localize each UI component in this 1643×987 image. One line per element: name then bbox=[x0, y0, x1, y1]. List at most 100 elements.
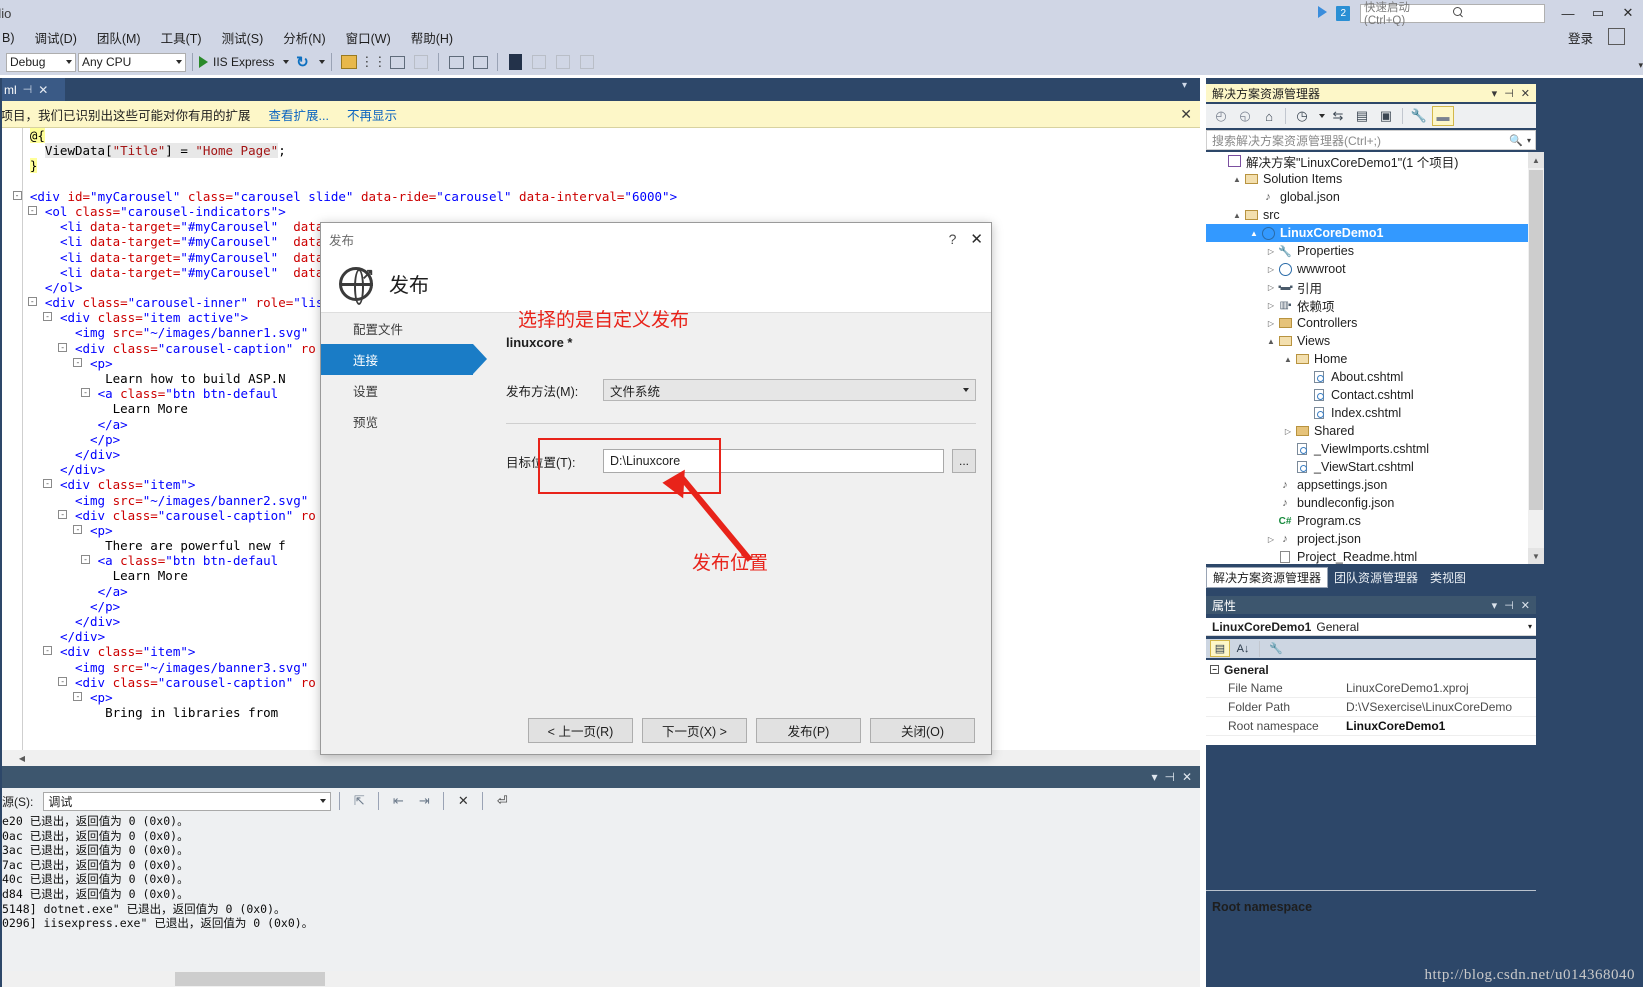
tree-item[interactable]: ▷Shared bbox=[1206, 422, 1528, 440]
clear-all-button[interactable]: ✕ bbox=[452, 790, 474, 812]
run-target-label[interactable]: IIS Express bbox=[210, 55, 277, 69]
tree-item[interactable]: About.cshtml bbox=[1206, 368, 1528, 386]
alphabetical-view-icon[interactable]: A↓ bbox=[1233, 640, 1253, 657]
home-icon[interactable]: ⌂ bbox=[1258, 106, 1280, 126]
chevron-down-icon[interactable]: ▾ bbox=[1528, 622, 1532, 631]
output-horizontal-scrollbar[interactable] bbox=[0, 971, 1200, 987]
indent-button[interactable] bbox=[445, 51, 467, 73]
scroll-left-icon[interactable]: ◀ bbox=[14, 750, 30, 766]
tree-item[interactable]: Contact.cshtml bbox=[1206, 386, 1528, 404]
close-button[interactable]: 关闭(O) bbox=[870, 718, 975, 743]
property-value[interactable]: LinuxCoreDemo1 bbox=[1346, 719, 1536, 733]
output-close-icon[interactable]: ✕ bbox=[1182, 770, 1192, 784]
categorized-view-icon[interactable]: ▤ bbox=[1210, 640, 1230, 657]
fold-toggle-icon[interactable]: - bbox=[58, 510, 67, 519]
toolbar-overflow-icon[interactable]: ▾ bbox=[1638, 60, 1643, 71]
fold-toggle-icon[interactable]: - bbox=[13, 191, 22, 200]
maximize-button[interactable]: ▭ bbox=[1583, 0, 1613, 26]
solution-explorer-tree[interactable]: 解决方案"LinuxCoreDemo1"(1 个项目)▲Solution Ite… bbox=[1206, 152, 1528, 564]
output-pin-icon[interactable]: ⊣ bbox=[1164, 770, 1174, 784]
clear-bookmark-button[interactable] bbox=[576, 51, 598, 73]
fold-toggle-icon[interactable]: - bbox=[58, 677, 67, 686]
notifications-indicator[interactable]: 2 bbox=[1318, 6, 1350, 21]
expand-icon[interactable]: ▷ bbox=[1265, 247, 1277, 256]
dialog-nav-item[interactable]: 预览 bbox=[321, 406, 481, 437]
collapse-all-icon[interactable]: ▣ bbox=[1375, 106, 1397, 126]
collapse-icon[interactable]: ▲ bbox=[1248, 229, 1260, 238]
close-window-button[interactable]: ✕ bbox=[1613, 0, 1643, 26]
toggle-word-wrap-button[interactable]: ⏎ bbox=[491, 790, 513, 812]
tree-item[interactable]: 解决方案"LinuxCoreDemo1"(1 个项目) bbox=[1206, 152, 1528, 170]
close-icon[interactable]: ✕ bbox=[38, 83, 48, 97]
tree-item[interactable]: Project_Readme.html bbox=[1206, 548, 1528, 564]
search-icon[interactable]: 🔍 bbox=[1509, 134, 1523, 147]
forward-icon[interactable]: ◵ bbox=[1234, 106, 1256, 126]
fold-toggle-icon[interactable]: - bbox=[81, 555, 90, 564]
solution-explorer-search-input[interactable]: 搜索解决方案资源管理器(Ctrl+;) 🔍 ▾ bbox=[1206, 130, 1536, 150]
next-bookmark-button[interactable] bbox=[552, 51, 574, 73]
quick-launch-input[interactable]: 快速启动 (Ctrl+Q) bbox=[1360, 4, 1545, 23]
property-value[interactable]: LinuxCoreDemo1.xproj bbox=[1346, 681, 1536, 695]
dock-tab[interactable]: 类视图 bbox=[1424, 568, 1472, 587]
preview-selected-items-icon[interactable]: ▬ bbox=[1432, 106, 1454, 126]
tree-item[interactable]: ▷🔧Properties bbox=[1206, 242, 1528, 260]
expand-icon[interactable]: ▷ bbox=[1265, 319, 1277, 328]
properties-object-selector[interactable]: LinuxCoreDemo1 General ▾ bbox=[1206, 618, 1536, 636]
expand-icon[interactable]: ▷ bbox=[1265, 283, 1277, 292]
properties-close-icon[interactable]: ✕ bbox=[1521, 599, 1530, 612]
account-icon[interactable] bbox=[1608, 28, 1625, 45]
chevron-down-icon[interactable] bbox=[283, 60, 289, 64]
dialog-nav-list[interactable]: 配置文件连接设置预览 bbox=[321, 313, 481, 708]
dock-tab[interactable]: 解决方案资源管理器 bbox=[1206, 567, 1328, 588]
tree-item[interactable]: ▷wwwroot bbox=[1206, 260, 1528, 278]
solution-explorer-scrollbar[interactable]: ▲ ▼ bbox=[1528, 152, 1544, 564]
output-source-dropdown[interactable]: 调试 bbox=[43, 792, 331, 811]
tree-item[interactable]: ♪bundleconfig.json bbox=[1206, 494, 1528, 512]
collapse-icon[interactable]: ▲ bbox=[1231, 175, 1243, 184]
fold-toggle-icon[interactable]: - bbox=[43, 646, 52, 655]
property-row[interactable]: Root namespaceLinuxCoreDemo1 bbox=[1206, 717, 1536, 736]
tree-item[interactable]: ▲LinuxCoreDemo1 bbox=[1206, 224, 1528, 242]
expand-icon[interactable]: ▷ bbox=[1265, 265, 1277, 274]
expand-icon[interactable]: ▷ bbox=[1265, 301, 1277, 310]
chevron-down-icon[interactable]: ▾ bbox=[1527, 136, 1531, 145]
scroll-thumb[interactable] bbox=[1529, 170, 1543, 510]
document-tab-index-cshtml[interactable]: ml ⊣ ✕ bbox=[0, 78, 65, 101]
dialog-nav-item[interactable]: 连接 bbox=[321, 344, 473, 375]
properties-category[interactable]: − General bbox=[1206, 660, 1536, 679]
se-close-icon[interactable]: ✕ bbox=[1521, 87, 1530, 100]
bookmark-button[interactable] bbox=[504, 51, 526, 73]
fold-toggle-icon[interactable]: - bbox=[73, 525, 82, 534]
tree-item[interactable]: ▷♪project.json bbox=[1206, 530, 1528, 548]
tree-item[interactable]: ▲Solution Items bbox=[1206, 170, 1528, 188]
menu-item-analyze[interactable]: 分析(N) bbox=[273, 26, 335, 49]
pending-changes-icon[interactable]: ◷ bbox=[1291, 106, 1313, 126]
view-extensions-link[interactable]: 查看扩展... bbox=[269, 105, 329, 124]
chevron-down-icon[interactable] bbox=[319, 60, 325, 64]
dock-tab-group[interactable]: 解决方案资源管理器团队资源管理器类视图 bbox=[1206, 568, 1536, 586]
dialog-nav-item[interactable]: 配置文件 bbox=[321, 313, 481, 344]
login-link[interactable]: 登录 bbox=[1568, 28, 1593, 47]
browse-button[interactable]: ... bbox=[952, 449, 976, 473]
menu-item-test[interactable]: 测试(S) bbox=[212, 26, 274, 49]
tree-item[interactable]: ▲Views bbox=[1206, 332, 1528, 350]
go-to-previous-button[interactable]: ⇤ bbox=[387, 790, 409, 812]
scroll-down-icon[interactable]: ▼ bbox=[1528, 548, 1544, 564]
publish-method-dropdown[interactable]: 文件系统 bbox=[603, 379, 976, 401]
tree-item[interactable]: C#Program.cs bbox=[1206, 512, 1528, 530]
fold-toggle-icon[interactable]: - bbox=[81, 388, 90, 397]
collapse-icon[interactable]: − bbox=[1210, 665, 1219, 674]
fold-toggle-icon[interactable]: - bbox=[43, 479, 52, 488]
dock-tab[interactable]: 团队资源管理器 bbox=[1328, 568, 1424, 587]
collapse-icon[interactable]: ▲ bbox=[1231, 211, 1243, 220]
chevron-down-icon[interactable] bbox=[1319, 114, 1325, 118]
uncomment-button[interactable] bbox=[410, 51, 432, 73]
property-value[interactable]: D:\VSexercise\LinuxCoreDemo bbox=[1346, 700, 1536, 714]
scroll-up-icon[interactable]: ▲ bbox=[1528, 152, 1544, 168]
fold-toggle-icon[interactable]: - bbox=[28, 297, 37, 306]
target-location-input[interactable]: D:\Linuxcore bbox=[603, 449, 944, 473]
tree-item[interactable]: ▲Home bbox=[1206, 350, 1528, 368]
tree-item[interactable]: _ViewImports.cshtml bbox=[1206, 440, 1528, 458]
property-row[interactable]: Folder PathD:\VSexercise\LinuxCoreDemo bbox=[1206, 698, 1536, 717]
dialog-nav-item[interactable]: 设置 bbox=[321, 375, 481, 406]
